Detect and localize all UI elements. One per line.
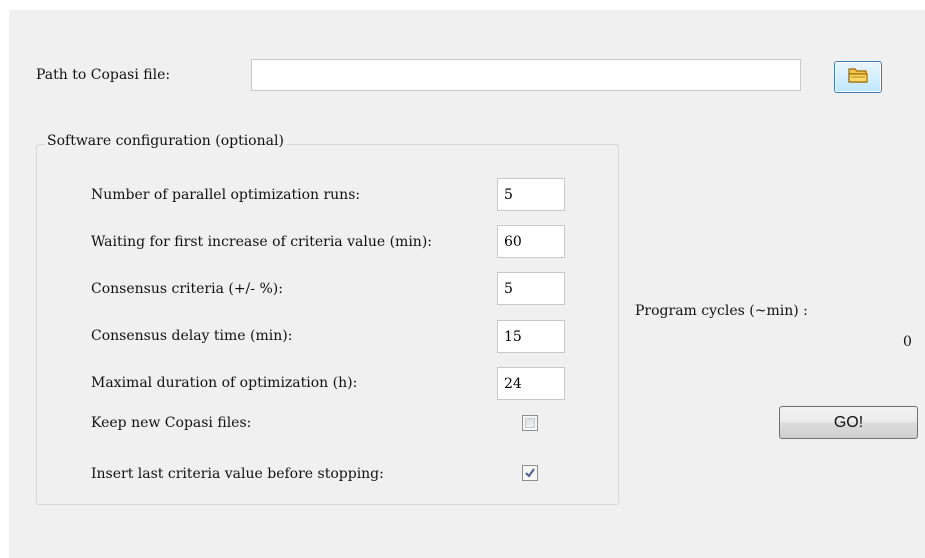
keep-files-label: Keep new Copasi files: bbox=[91, 415, 252, 431]
max-duration-label: Maximal duration of optimization (h): bbox=[91, 375, 358, 391]
consensus-delay-input[interactable] bbox=[497, 320, 565, 353]
max-duration-input[interactable] bbox=[497, 367, 565, 400]
checkbox-fill bbox=[525, 418, 535, 428]
parallel-runs-label: Number of parallel optimization runs: bbox=[91, 187, 361, 203]
insert-last-label: Insert last criteria value before stoppi… bbox=[91, 466, 384, 482]
waiting-increase-label: Waiting for first increase of criteria v… bbox=[91, 234, 432, 250]
path-label: Path to Copasi file: bbox=[36, 67, 171, 83]
checkmark-icon bbox=[524, 464, 536, 483]
go-button-label: GO! bbox=[833, 413, 864, 431]
consensus-delay-label: Consensus delay time (min): bbox=[91, 328, 293, 344]
keep-files-checkbox[interactable] bbox=[522, 415, 538, 431]
program-cycles-value: 0 bbox=[903, 334, 912, 350]
folder-icon bbox=[847, 66, 869, 88]
waiting-increase-input[interactable] bbox=[497, 225, 565, 258]
copasi-path-input[interactable] bbox=[251, 59, 801, 91]
go-button[interactable]: GO! bbox=[779, 406, 918, 439]
parallel-runs-input[interactable] bbox=[497, 178, 565, 211]
consensus-criteria-label: Consensus criteria (+/- %): bbox=[91, 281, 283, 297]
browse-button[interactable] bbox=[834, 61, 882, 93]
group-title: Software configuration (optional) bbox=[45, 132, 286, 150]
insert-last-checkbox[interactable] bbox=[522, 465, 538, 481]
consensus-criteria-input[interactable] bbox=[497, 272, 565, 305]
program-cycles-label: Program cycles (~min) : bbox=[635, 303, 808, 319]
